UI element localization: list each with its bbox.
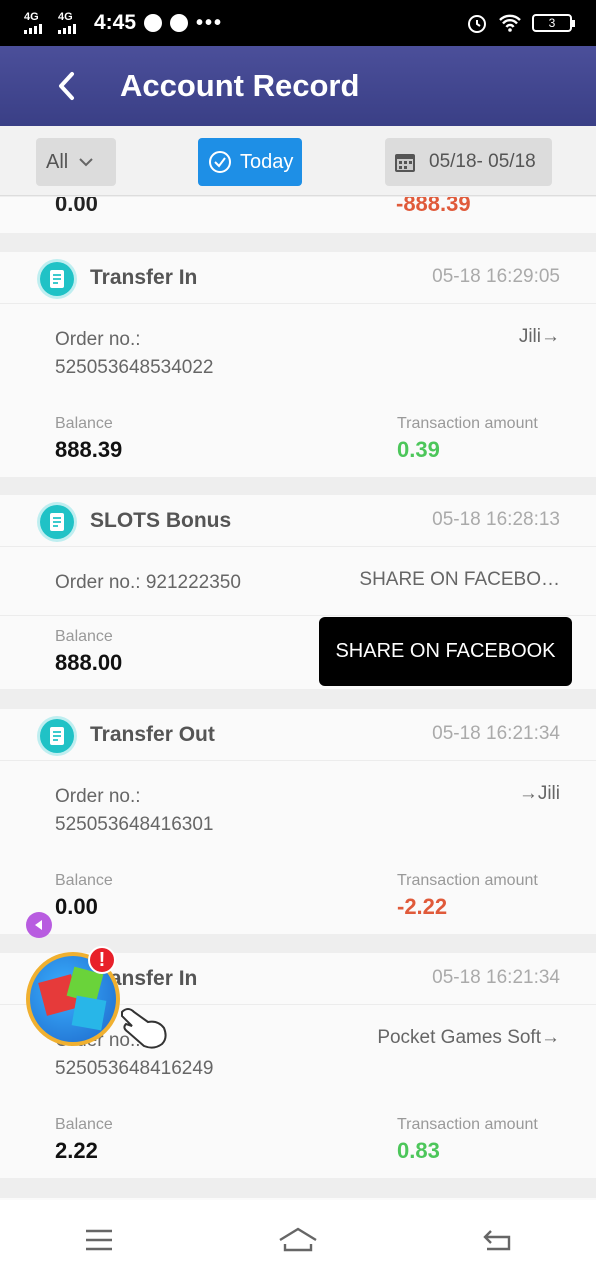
record-header: Transfer Out 05-18 16:21:34 [0, 709, 596, 761]
date-range-value: 05/18- 05/18 [429, 151, 536, 172]
wifi-icon [499, 14, 521, 32]
back-button[interactable] [42, 61, 92, 111]
share-facebook-button[interactable]: SHARE ON FACEBOOK [319, 617, 572, 686]
calendar-icon [395, 154, 415, 172]
category-dropdown[interactable]: All [36, 138, 116, 186]
app-header: Account Record [0, 46, 596, 126]
balance-value: 0.00 [55, 197, 98, 216]
record-type: SLOTS Bonus [90, 509, 232, 532]
clock: 4:45 [94, 11, 137, 34]
chevron-down-icon [79, 158, 93, 167]
filter-bar: All Today 05/18- 05/18 [0, 126, 596, 196]
balance-value: 2.22 [55, 1138, 98, 1163]
return-icon [482, 1230, 510, 1251]
balance-label: Balance [55, 1116, 113, 1133]
chat-icon [170, 14, 189, 32]
document-icon [40, 262, 74, 296]
record-header: Transfer In 05-18 16:29:05 [0, 252, 596, 304]
status-bar: 4G 4G 4:45 ••• 3 [0, 0, 596, 46]
balance-value: 0.00 [55, 894, 98, 919]
signal-icon: 4G [24, 12, 50, 34]
pointer-hand-icon [121, 1008, 167, 1049]
today-button[interactable]: Today [198, 138, 302, 186]
telegram-icon [144, 14, 163, 32]
category-value: All [46, 150, 69, 173]
record-header: SLOTS Bonus 05-18 16:28:13 [0, 495, 596, 547]
document-icon [40, 505, 74, 539]
battery-icon: 3 [532, 14, 575, 32]
alarm-icon [468, 15, 486, 33]
amount-value: 0.39 [397, 437, 440, 462]
divider [0, 615, 596, 616]
transfer-target: Pocket Games Soft→ [377, 1027, 560, 1048]
record-card-partial: 0.00 -888.39 [0, 197, 596, 233]
collapse-widget-button[interactable] [26, 912, 52, 938]
record-time: 05-18 16:21:34 [432, 723, 560, 744]
amount-label: Transaction amount [397, 1116, 538, 1133]
amount-label: Transaction amount [397, 872, 538, 889]
record-card[interactable]: Transfer In 05-18 16:29:05 Order no.: 52… [0, 252, 596, 477]
balance-label: Balance [55, 415, 113, 432]
record-type: Transfer Out [90, 723, 215, 746]
record-list[interactable]: 0.00 -888.39 Transfer In 05-18 16:29:05 … [0, 197, 596, 1200]
balance-value: 888.39 [55, 437, 123, 462]
balance-value: 888.00 [55, 650, 123, 675]
amount-value: -2.22 [397, 894, 448, 919]
back-nav-button[interactable] [467, 1210, 527, 1270]
signal-icon: 4G [58, 12, 84, 34]
record-card[interactable]: Transfer Out 05-18 16:21:34 Order no.: 5… [0, 709, 596, 934]
amount-value: 0.83 [397, 1138, 440, 1163]
order-number: Order no.: 525053648416301 [55, 786, 214, 835]
triangle-left-icon [35, 920, 42, 930]
record-time: 05-18 16:21:34 [432, 967, 560, 988]
order-number: Order no.: 525053648534022 [55, 329, 214, 378]
transfer-target: SHARE ON FACEBO… [359, 569, 560, 590]
record-type: Transfer In [90, 266, 198, 289]
balance-label: Balance [55, 872, 113, 889]
check-circle-icon [209, 151, 231, 173]
system-nav-bar [0, 1200, 596, 1280]
menu-button[interactable] [69, 1210, 129, 1270]
document-icon [40, 719, 74, 753]
home-button[interactable] [268, 1210, 328, 1270]
transfer-target: →Jili [518, 783, 560, 804]
date-range-picker[interactable]: 05/18- 05/18 [385, 138, 552, 186]
record-time: 05-18 16:28:13 [432, 509, 560, 530]
today-label: Today [240, 150, 294, 173]
more-notifications-icon: ••• [196, 11, 224, 34]
transfer-target: Jili→ [518, 326, 560, 347]
menu-icon [86, 1229, 113, 1251]
amount-label: Transaction amount [397, 415, 538, 432]
home-icon [279, 1227, 317, 1252]
alert-badge: ! [88, 946, 116, 974]
amount-value: -888.39 [396, 197, 471, 216]
balance-label: Balance [55, 628, 113, 645]
record-time: 05-18 16:29:05 [432, 266, 560, 287]
page-title: Account Record [120, 68, 360, 103]
chevron-left-icon [59, 72, 74, 100]
order-number: Order no.: 921222350 [55, 572, 241, 593]
